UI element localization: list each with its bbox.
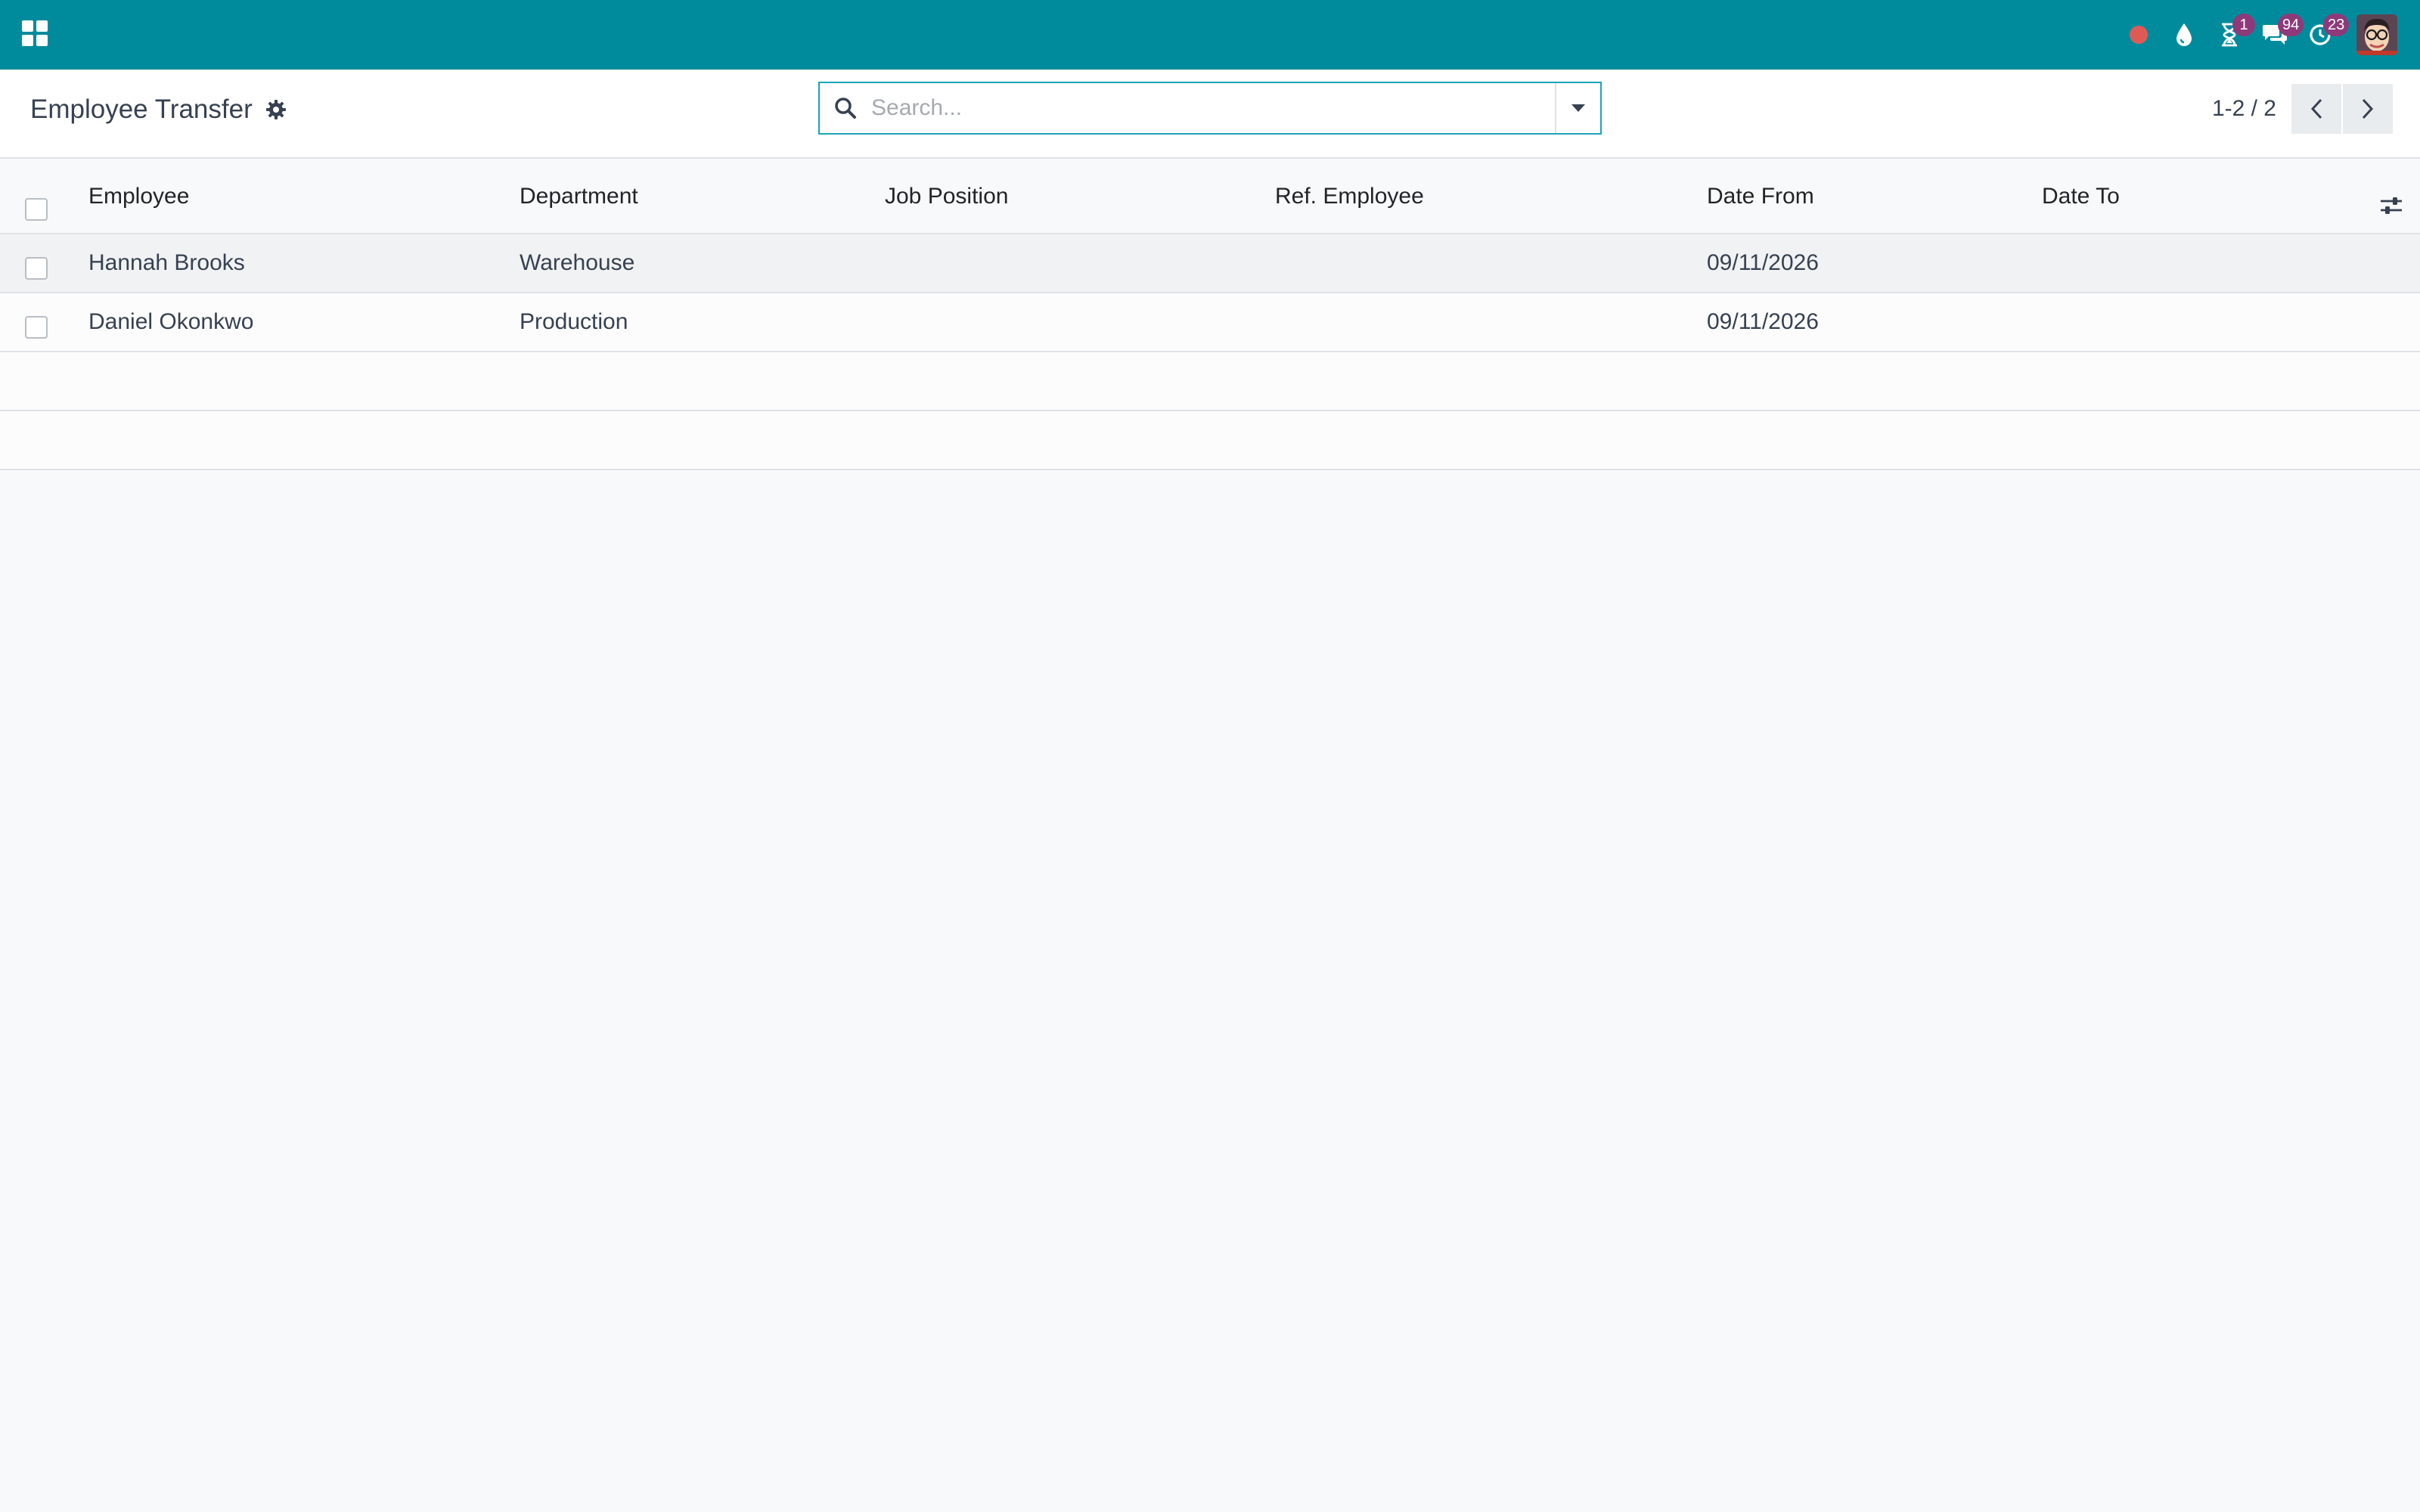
control-panel: Employee Transfer Search... 1-2 / 2	[0, 70, 2420, 159]
activities-menu[interactable]: 1	[2207, 0, 2255, 70]
pager-value[interactable]: 1-2 / 2	[2212, 96, 2276, 122]
user-avatar[interactable]	[2356, 14, 2397, 55]
action-gear[interactable]	[265, 100, 286, 119]
table-row[interactable]: Daniel Okonkwo Production 09/11/2026	[0, 293, 2420, 352]
empty-row	[0, 352, 2420, 411]
top-navbar: 1 94 23	[0, 0, 2420, 70]
column-header-employee[interactable]: Employee	[88, 159, 189, 233]
breadcrumb: Employee Transfer	[30, 91, 286, 129]
search-icon	[820, 97, 871, 119]
cell-employee: Hannah Brooks	[88, 250, 245, 275]
column-header-ref-employee[interactable]: Ref. Employee	[1275, 159, 1424, 233]
cell-department: Warehouse	[520, 250, 635, 275]
avatar-face-icon	[2356, 14, 2397, 55]
gear-icon	[265, 100, 286, 119]
column-header-date-from[interactable]: Date From	[1707, 159, 1814, 233]
cell-employee: Daniel Okonkwo	[88, 309, 254, 334]
updates-badge: 23	[2323, 14, 2350, 36]
recording-indicator[interactable]	[2116, 0, 2161, 70]
messaging-menu[interactable]: 94	[2252, 0, 2304, 70]
search-input[interactable]	[871, 83, 1555, 133]
cell-date-from: 09/11/2026	[1707, 309, 1819, 334]
cell-date-from: 09/11/2026	[1707, 250, 1819, 275]
list-view: Employee Department Job Position Ref. Em…	[0, 159, 2420, 470]
chevron-right-icon	[2362, 98, 2374, 119]
updates-menu[interactable]: 23	[2297, 0, 2350, 70]
page-title: Employee Transfer	[30, 94, 253, 124]
droplet-icon	[2176, 23, 2192, 46]
row-checkbox[interactable]	[25, 257, 48, 280]
pager-previous-button[interactable]	[2291, 84, 2341, 134]
column-header-date-to[interactable]: Date To	[2042, 159, 2120, 233]
column-header-department[interactable]: Department	[520, 159, 638, 233]
theme-toggle[interactable]	[2161, 0, 2207, 70]
optional-columns-toggle[interactable]	[2378, 192, 2405, 219]
systray: 1 94 23	[2116, 0, 2420, 70]
column-header-job-position[interactable]: Job Position	[885, 159, 1008, 233]
search-bar	[818, 82, 1602, 135]
app-menu-icon[interactable]	[21, 20, 48, 47]
empty-row	[0, 411, 2420, 470]
select-all-checkbox[interactable]	[25, 198, 48, 221]
record-dot-icon	[2130, 26, 2148, 44]
search-options-toggle[interactable]	[1555, 83, 1600, 133]
row-checkbox[interactable]	[25, 316, 48, 339]
sliders-icon	[2381, 197, 2402, 214]
table-row[interactable]: Hannah Brooks Warehouse 09/11/2026	[0, 234, 2420, 293]
chevron-left-icon	[2310, 98, 2322, 119]
pager: 1-2 / 2	[2212, 83, 2393, 135]
table-header: Employee Department Job Position Ref. Em…	[0, 159, 2420, 234]
cell-department: Production	[520, 309, 628, 334]
pager-next-button[interactable]	[2343, 84, 2393, 134]
caret-down-icon	[1571, 104, 1585, 112]
